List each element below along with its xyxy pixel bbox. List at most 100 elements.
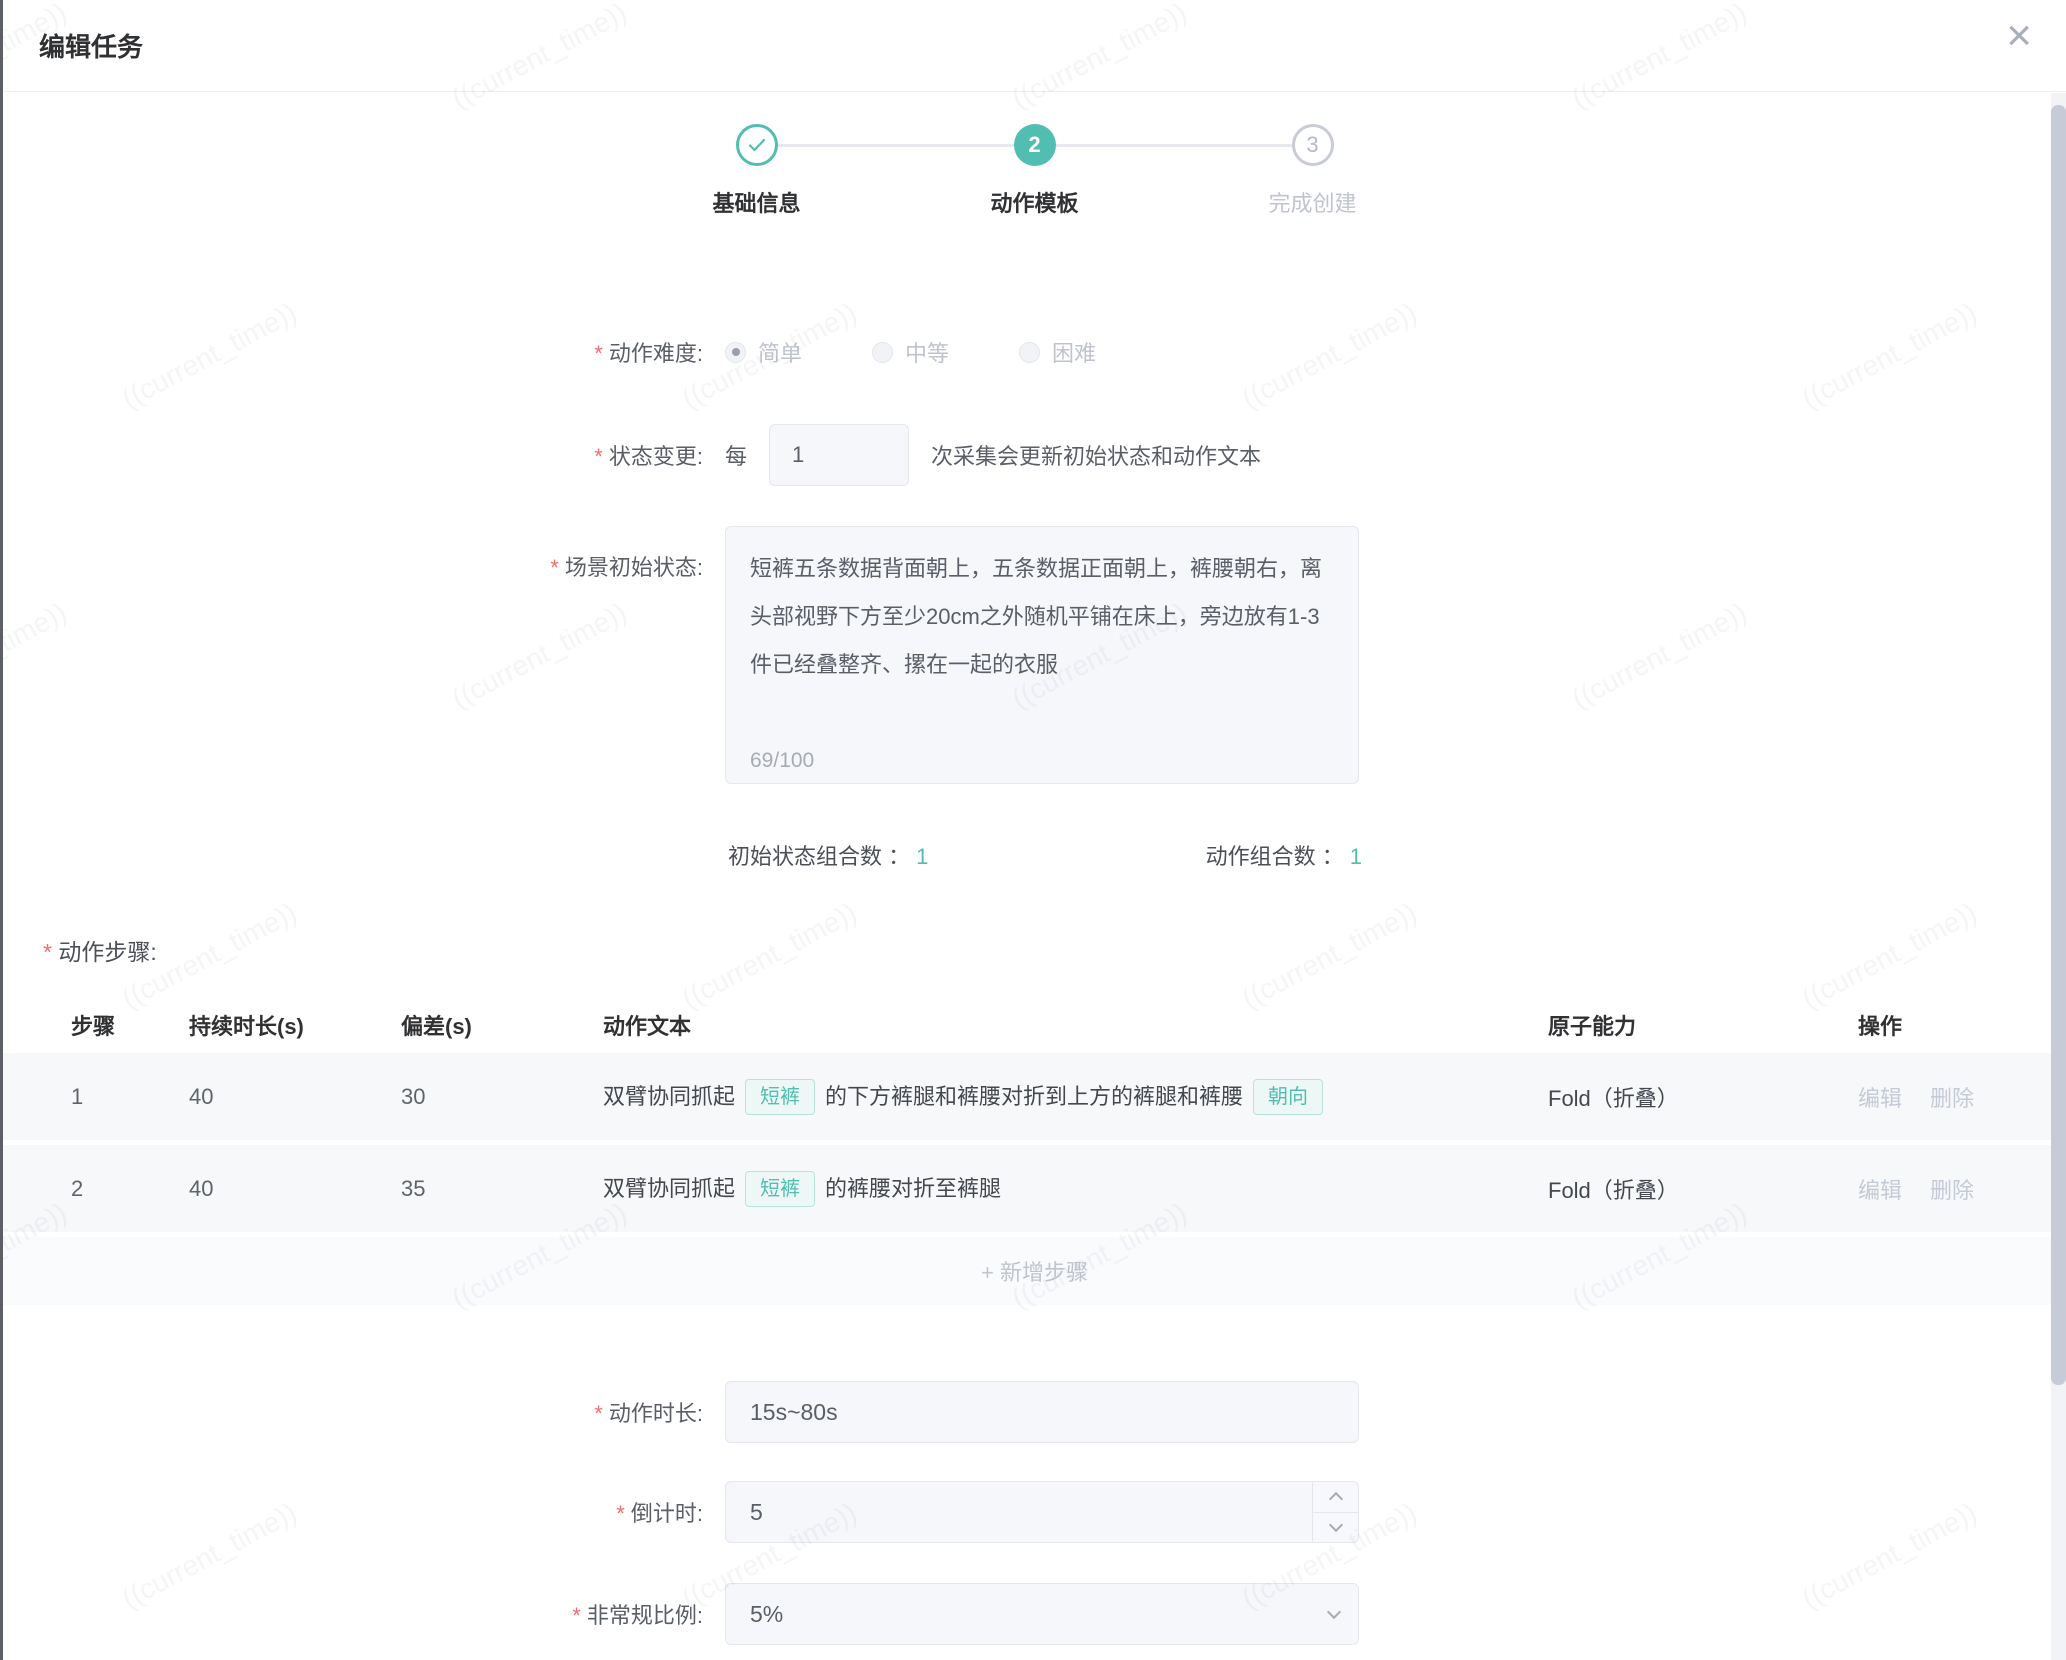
countdown-row: 倒计时:	[3, 1481, 2066, 1543]
dialog-title: 编辑任务	[39, 27, 143, 64]
step-active-circle: 2	[1014, 124, 1056, 166]
table-body: 14030双臂协同抓起短裤的下方裤腿和裤腰对折到上方的裤腿和裤腰朝向Fold（折…	[3, 1053, 2066, 1232]
deviation-cell: 30	[401, 1084, 603, 1110]
countdown-wrap	[725, 1481, 1359, 1543]
difficulty-radio-group: 简单 中等 困难	[725, 336, 1096, 368]
state-change-input[interactable]	[769, 424, 909, 486]
radio-option-medium[interactable]: 中等	[872, 336, 949, 368]
add-step-button[interactable]: + 新增步骤	[981, 1255, 1088, 1287]
table-row: 24035双臂协同抓起短裤的裤腰对折至裤腿Fold（折叠）编辑删除	[3, 1145, 2066, 1232]
edit-link[interactable]: 编辑	[1858, 1173, 1902, 1205]
initial-state-row: 场景初始状态: 短裤五条数据背面朝上，五条数据正面朝上，裤腰朝右，离头部视野下方…	[3, 526, 2066, 789]
combo-label: 初始状态组合数 ：	[728, 844, 910, 869]
table-row: 14030双臂协同抓起短裤的下方裤腿和裤腰对折到上方的裤腿和裤腰朝向Fold（折…	[3, 1053, 2066, 1140]
edit-link[interactable]: 编辑	[1858, 1081, 1902, 1113]
radio-unselected-icon	[1019, 342, 1040, 363]
initial-state-textarea-wrap: 短裤五条数据背面朝上，五条数据正面朝上，裤腰朝右，离头部视野下方至少20cm之外…	[725, 526, 1359, 789]
radio-selected-icon	[725, 342, 746, 363]
unusual-ratio-select[interactable]	[725, 1583, 1359, 1645]
add-step-row: + 新增步骤	[3, 1237, 2066, 1305]
spinner-decrease-button[interactable]	[1313, 1513, 1358, 1543]
header-action-text: 动作文本	[603, 1009, 1548, 1041]
radio-label: 困难	[1052, 336, 1096, 368]
operations-cell: 编辑删除	[1858, 1081, 2040, 1113]
combo-value: 1	[1350, 844, 1362, 869]
unusual-ratio-label: 非常规比例:	[3, 1598, 703, 1630]
radio-label: 中等	[905, 336, 949, 368]
tag-chip: 朝向	[1253, 1079, 1323, 1115]
action-duration-wrap	[725, 1381, 1359, 1443]
action-steps-table: 步骤 持续时长(s) 偏差(s) 动作文本 原子能力 操作 14030双臂协同抓…	[3, 997, 2066, 1305]
atomic-ability-cell: Fold（折叠）	[1548, 1081, 1858, 1113]
step-label: 基础信息	[712, 186, 800, 218]
step-done-circle	[736, 124, 778, 166]
check-icon	[745, 133, 769, 157]
scrollbar-thumb[interactable]	[2051, 105, 2066, 1385]
action-text-segment: 双臂协同抓起	[603, 1080, 735, 1114]
radio-option-easy[interactable]: 简单	[725, 336, 802, 368]
state-change-control: 每 次采集会更新初始状态和动作文本	[725, 424, 1261, 486]
atomic-ability-cell: Fold（折叠）	[1548, 1173, 1858, 1205]
stepper-step-basic-info: 基础信息	[736, 124, 778, 166]
state-change-label: 状态变更:	[3, 439, 703, 471]
chevron-down-icon	[1328, 1518, 1342, 1532]
duration-cell: 40	[189, 1176, 401, 1202]
header-duration: 持续时长(s)	[189, 1009, 401, 1041]
action-text-segment: 的下方裤腿和裤腰对折到上方的裤腿和裤腰	[825, 1080, 1243, 1114]
delete-link[interactable]: 删除	[1930, 1081, 1974, 1113]
action-duration-label: 动作时长:	[3, 1396, 703, 1428]
step-label: 完成创建	[1268, 186, 1356, 218]
delete-link[interactable]: 删除	[1930, 1173, 1974, 1205]
initial-state-textarea[interactable]: 短裤五条数据背面朝上，五条数据正面朝上，裤腰朝右，离头部视野下方至少20cm之外…	[725, 526, 1359, 784]
close-icon[interactable]: ×	[2006, 14, 2032, 58]
countdown-input[interactable]	[725, 1481, 1359, 1543]
step-pending-circle: 3	[1292, 124, 1334, 166]
action-text-cell: 双臂协同抓起短裤的裤腰对折至裤腿	[603, 1171, 1548, 1207]
initial-state-combo-count: 初始状态组合数 ：1	[728, 839, 928, 871]
chevron-up-icon	[1328, 1492, 1342, 1506]
edit-task-dialog: ((current_time))((current_time))((curren…	[0, 0, 2066, 1660]
action-duration-input[interactable]	[725, 1381, 1359, 1443]
step-label: 动作模板	[990, 186, 1078, 218]
radio-unselected-icon	[872, 342, 893, 363]
dialog-header: 编辑任务 ×	[3, 0, 2066, 92]
step-cell: 1	[71, 1084, 189, 1110]
duration-cell: 40	[189, 1084, 401, 1110]
header-deviation: 偏差(s)	[401, 1009, 603, 1041]
action-text-segment: 双臂协同抓起	[603, 1172, 735, 1206]
char-counter: 69/100	[750, 749, 814, 773]
stepper: 基础信息 2 动作模板 3 完成创建	[3, 124, 2066, 228]
deviation-cell: 35	[401, 1176, 603, 1202]
radio-label: 简单	[758, 336, 802, 368]
unusual-ratio-value[interactable]	[725, 1583, 1359, 1645]
radio-option-hard[interactable]: 困难	[1019, 336, 1096, 368]
step-cell: 2	[71, 1176, 189, 1202]
table-header-row: 步骤 持续时长(s) 偏差(s) 动作文本 原子能力 操作	[3, 997, 2066, 1053]
action-text-segment: 的裤腰对折至裤腿	[825, 1172, 1001, 1206]
stepper-step-action-template: 2 动作模板	[1014, 124, 1056, 166]
state-change-suffix: 次采集会更新初始状态和动作文本	[931, 439, 1261, 471]
tag-chip: 短裤	[745, 1079, 815, 1115]
initial-state-label: 场景初始状态:	[3, 526, 703, 582]
difficulty-row: 动作难度: 简单 中等 困难	[3, 336, 2066, 368]
action-duration-row: 动作时长:	[3, 1381, 2066, 1443]
countdown-label: 倒计时:	[3, 1496, 703, 1528]
difficulty-label: 动作难度:	[3, 336, 703, 368]
state-change-prefix: 每	[725, 439, 747, 471]
operations-cell: 编辑删除	[1858, 1173, 2040, 1205]
stepper-connector	[1056, 144, 1292, 147]
state-change-row: 状态变更: 每 次采集会更新初始状态和动作文本	[3, 424, 2066, 486]
action-text-cell: 双臂协同抓起短裤的下方裤腿和裤腰对折到上方的裤腿和裤腰朝向	[603, 1079, 1548, 1115]
stepper-connector	[778, 144, 1014, 147]
action-steps-title: 动作步骤:	[43, 933, 2066, 967]
action-combo-count: 动作组合数 ：1	[1206, 839, 1362, 871]
scrollbar-track[interactable]	[2051, 93, 2066, 1660]
header-operations: 操作	[1858, 1009, 2040, 1041]
combo-value: 1	[916, 844, 928, 869]
combo-counts-row: 初始状态组合数 ：1 动作组合数 ：1	[728, 839, 1362, 871]
spinner-increase-button[interactable]	[1313, 1482, 1358, 1513]
combo-label: 动作组合数 ：	[1206, 844, 1344, 869]
header-atomic-ability: 原子能力	[1548, 1009, 1858, 1041]
stepper-step-finish: 3 完成创建	[1292, 124, 1334, 166]
number-spinner	[1312, 1482, 1358, 1542]
